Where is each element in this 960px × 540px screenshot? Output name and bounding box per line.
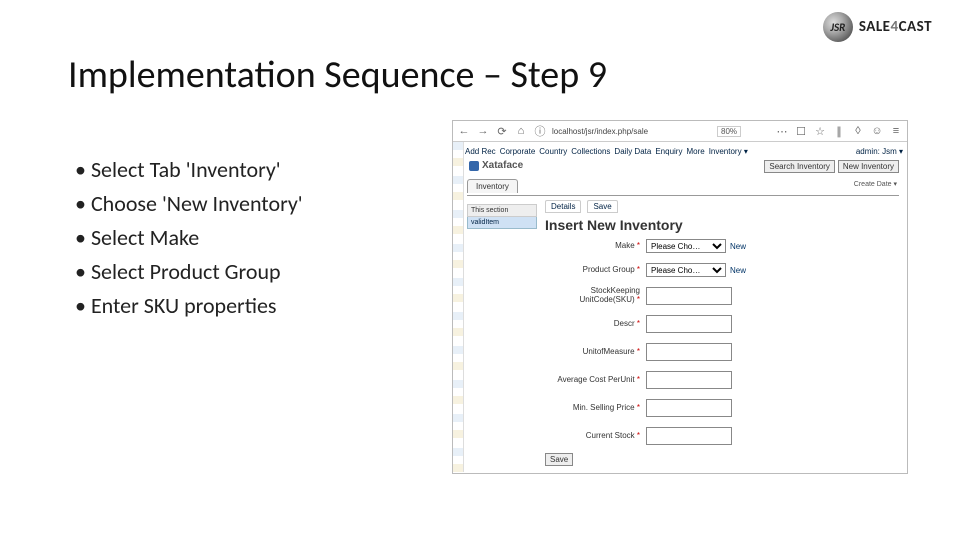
nav-link[interactable]: Add Rec: [465, 147, 496, 156]
user-menu[interactable]: admin: Jsm ▾: [856, 147, 903, 156]
form-title: Insert New Inventory: [545, 217, 897, 233]
new-pg-link[interactable]: New: [730, 266, 746, 275]
select-product-group[interactable]: Please Cho…: [646, 263, 726, 277]
create-date-dropdown[interactable]: Create Date ▾: [854, 180, 897, 188]
shield-icon[interactable]: ◊: [851, 124, 865, 138]
label-make: Make *: [545, 242, 646, 251]
logo-ball-icon: JSR: [823, 12, 853, 42]
field-cost: Average Cost PerUnit *: [545, 371, 897, 389]
browser-toolbar: ← → ⟳ ⌂ ⓘ localhost/jsr/index.php/sale 8…: [453, 121, 907, 142]
xataface-logo: Xataface: [469, 160, 523, 171]
input-stock[interactable]: [646, 427, 732, 445]
label-cost: Average Cost PerUnit *: [545, 376, 646, 385]
bullet-item: Select Product Group: [75, 255, 303, 289]
bullet-list: Select Tab 'Inventory' Choose 'New Inven…: [75, 153, 303, 323]
nav-link[interactable]: Country: [539, 147, 567, 156]
input-descr[interactable]: [646, 315, 732, 333]
input-uom[interactable]: [646, 343, 732, 361]
profile-icon[interactable]: ☺: [870, 124, 884, 138]
field-price: Min. Selling Price *: [545, 399, 897, 417]
left-menu-item[interactable]: validItem: [467, 217, 537, 229]
star-icon[interactable]: ☆: [813, 124, 827, 138]
xataface-icon: [469, 161, 479, 171]
zoom-indicator[interactable]: 80%: [717, 126, 741, 137]
field-uom: UnitofMeasure *: [545, 343, 897, 361]
new-inventory-button[interactable]: New Inventory: [838, 160, 899, 173]
brand-logo: JSR SALE4CAST: [823, 12, 932, 42]
reload-icon[interactable]: ⟳: [495, 124, 509, 138]
nav-link[interactable]: Enquiry: [655, 147, 682, 156]
menu-icon[interactable]: ≡: [889, 124, 903, 138]
background-tab-strip: [453, 142, 464, 472]
nav-link[interactable]: More: [686, 147, 704, 156]
library-icon[interactable]: ∥: [832, 124, 846, 138]
forward-icon[interactable]: →: [476, 124, 490, 138]
label-product-group: Product Group *: [545, 266, 646, 275]
subtab-details[interactable]: Details: [545, 200, 581, 213]
nav-link[interactable]: Corporate: [500, 147, 536, 156]
info-icon: ⓘ: [533, 124, 547, 138]
save-button[interactable]: Save: [545, 453, 573, 466]
field-stock: Current Stock *: [545, 427, 897, 445]
address-bar[interactable]: localhost/jsr/index.php/sale: [552, 127, 682, 136]
logo-text: SALE4CAST: [859, 18, 932, 36]
nav-link[interactable]: Collections: [571, 147, 610, 156]
search-inventory-button[interactable]: Search Inventory: [764, 160, 834, 173]
home-icon[interactable]: ⌂: [514, 124, 528, 138]
label-price: Min. Selling Price *: [545, 404, 646, 413]
bullet-item: Select Tab 'Inventory': [75, 153, 303, 187]
label-stock: Current Stock *: [545, 432, 646, 441]
bullet-item: Enter SKU properties: [75, 289, 303, 323]
left-menu-header: This section: [467, 204, 537, 217]
app-top-nav: Add Rec Corporate Country Collections Da…: [465, 144, 903, 158]
left-side-menu: This section validItem: [467, 204, 537, 229]
input-price[interactable]: [646, 399, 732, 417]
bullet-item: Select Make: [75, 221, 303, 255]
label-uom: UnitofMeasure *: [545, 348, 646, 357]
label-descr: Descr *: [545, 320, 646, 329]
subtab-save[interactable]: Save: [587, 200, 617, 213]
input-cost[interactable]: [646, 371, 732, 389]
reader-icon[interactable]: ☐: [794, 124, 808, 138]
nav-link-inventory[interactable]: Inventory ▾: [709, 147, 748, 156]
form-area: Details Save Insert New Inventory Make *…: [545, 200, 897, 468]
slide-title: Implementation Sequence – Step 9: [68, 52, 607, 98]
field-sku: StockKeeping UnitCode(SKU) *: [545, 287, 897, 305]
more-icon[interactable]: ⋯: [775, 124, 789, 138]
tab-underline: [467, 195, 899, 196]
tab-inventory[interactable]: Inventory: [467, 179, 518, 193]
field-product-group: Product Group * Please Cho… New: [545, 263, 897, 277]
browser-screenshot: ← → ⟳ ⌂ ⓘ localhost/jsr/index.php/sale 8…: [452, 120, 908, 474]
nav-link[interactable]: Daily Data: [614, 147, 651, 156]
bullet-item: Choose 'New Inventory': [75, 187, 303, 221]
input-sku[interactable]: [646, 287, 732, 305]
new-make-link[interactable]: New: [730, 242, 746, 251]
main-tab-row: Inventory: [467, 178, 518, 196]
field-make: Make * Please Cho… New: [545, 239, 897, 253]
back-icon[interactable]: ←: [457, 124, 471, 138]
field-descr: Descr *: [545, 315, 897, 333]
label-sku: StockKeeping UnitCode(SKU) *: [545, 287, 646, 305]
select-make[interactable]: Please Cho…: [646, 239, 726, 253]
